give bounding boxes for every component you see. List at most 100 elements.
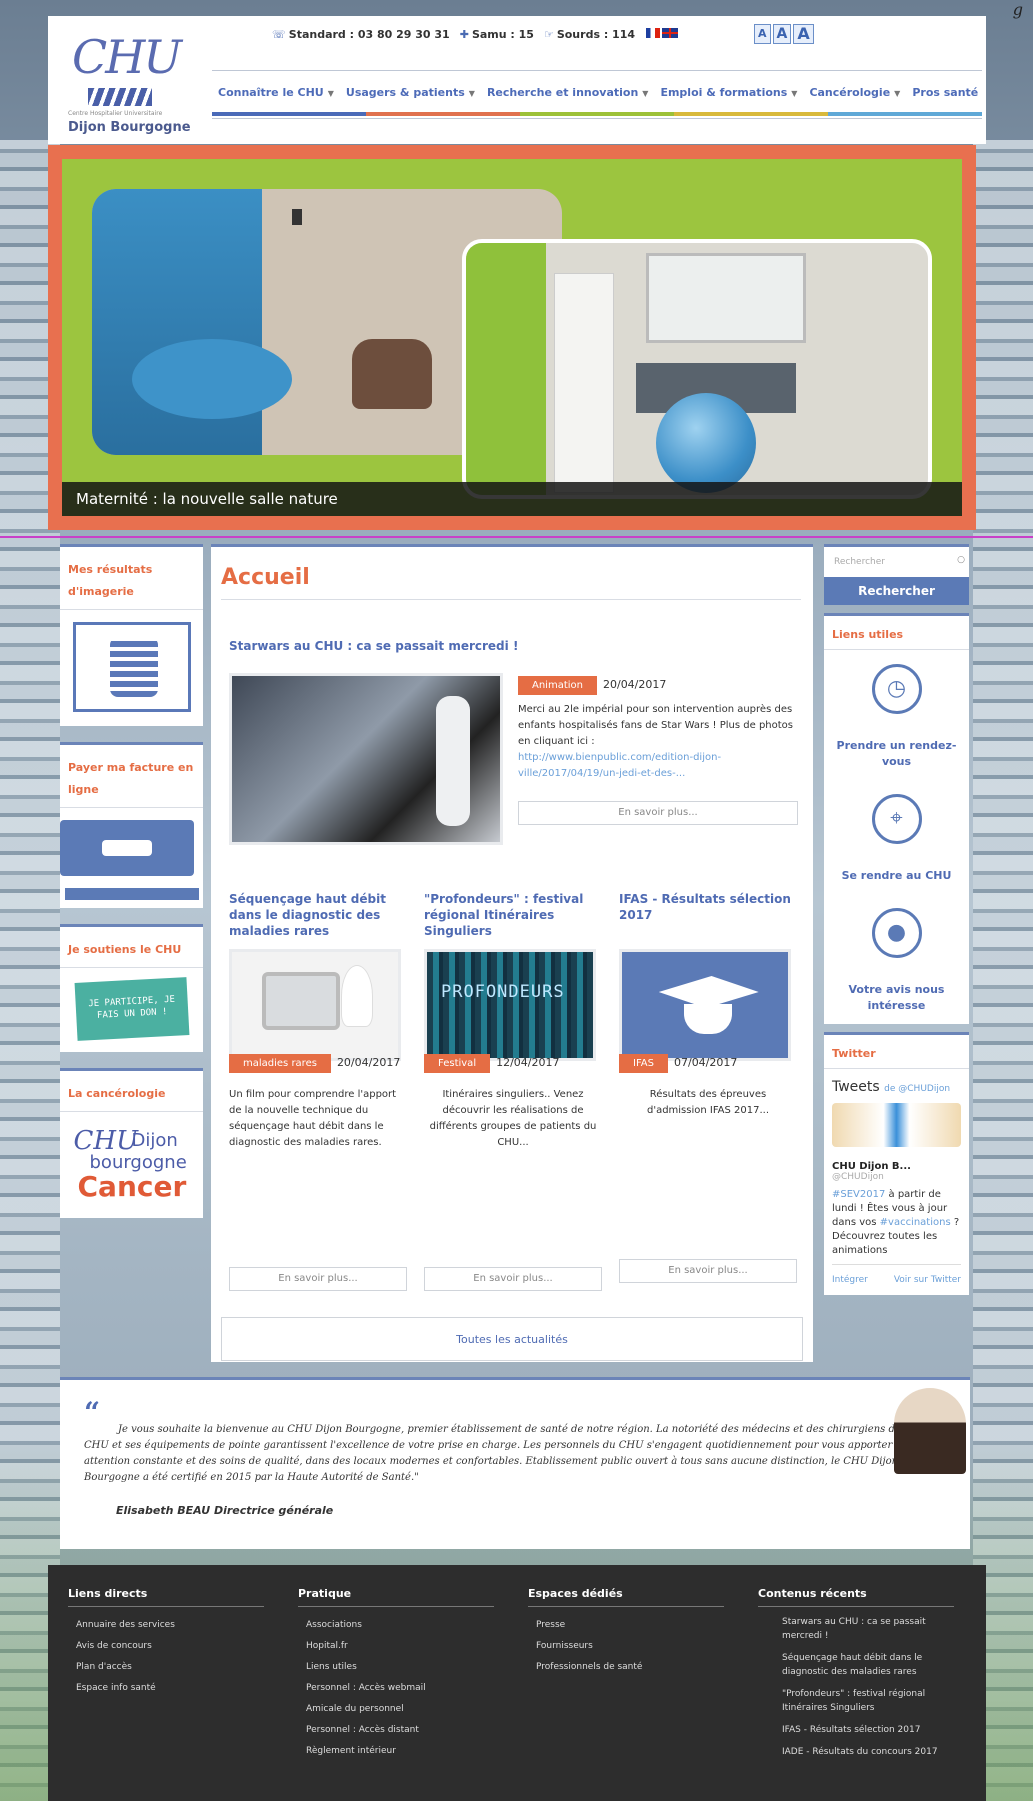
footer-link[interactable]: Amicale du personnel [306,1699,494,1720]
slide-photo-nature-room [462,239,932,499]
map-icon: ⌖ [871,794,922,844]
footer-link[interactable]: Professionnels de santé [536,1657,724,1678]
nav-item-pros-sante[interactable]: Pros santé [906,86,984,99]
nav-item-cancerologie[interactable]: Cancérologie ▼ [803,86,906,99]
cancer-box[interactable]: La cancérologie CHU Dijon bourgogne Canc… [60,1068,203,1218]
category-tag[interactable]: IFAS [619,1054,668,1073]
font-size-large-button[interactable]: A [793,24,814,44]
corner-text: g [1012,0,1023,19]
cancer-logo[interactable]: CHU Dijon bourgogne Cancer [72,1124,192,1204]
footer-link[interactable]: Règlement intérieur [306,1741,494,1762]
appointment-link[interactable]: ◷ Prendre un rendez-vous [824,650,969,780]
footer-link[interactable]: Annuaire des services [76,1615,264,1636]
article-image[interactable] [229,949,401,1061]
footer-link[interactable]: Liens utiles [306,1657,494,1678]
useful-links-box: Liens utiles ◷ Prendre un rendez-vous ⌖ … [824,613,969,1024]
tweet-media[interactable] [832,1103,961,1147]
font-size-small-button[interactable]: A [754,24,771,44]
english-flag-icon[interactable] [662,28,678,38]
search-box: Rechercher Rechercher [824,544,969,605]
article-summary: Un film pour comprendre l'apport de la n… [229,1089,397,1148]
footer-link[interactable]: Personnel : Accès distant [306,1720,494,1741]
invoice-box[interactable]: Payer ma facture en ligne [60,742,203,908]
font-size-medium-button[interactable]: A [772,24,792,44]
graduation-cap-image[interactable] [619,949,791,1061]
xray-icon[interactable] [72,622,191,712]
category-tag[interactable]: Animation [518,676,597,695]
article-title[interactable]: IFAS - Résultats sélection 2017 [619,891,797,949]
article-date: 07/04/2017 [673,1056,738,1069]
left-sidebar: Mes résultats d'imagerie Payer ma factur… [60,544,203,1234]
slide-caption[interactable]: Maternité : la nouvelle salle nature [62,482,962,516]
footer-col-practical: Pratique Associations Hopital.fr Liens u… [298,1587,494,1762]
footer-link[interactable]: Hopital.fr [306,1636,494,1657]
credit-card-icon[interactable] [60,820,194,876]
samu-phone[interactable]: ✚ Samu : 15 [460,28,534,41]
french-flag-icon[interactable] [646,28,660,38]
language-selector [646,28,678,38]
featured-read-more-button[interactable]: En savoir plus... [518,801,798,825]
standard-phone[interactable]: ☏ Standard : 03 80 29 30 31 [272,28,450,41]
search-button[interactable]: Rechercher [824,577,969,605]
article-date: 20/04/2017 [336,1056,401,1069]
footer-link[interactable]: Espace info santé [76,1678,264,1699]
imaging-box[interactable]: Mes résultats d'imagerie [60,544,203,726]
featured-article-title[interactable]: Starwars au CHU : ca se passait mercredi… [229,639,518,653]
read-more-button[interactable]: En savoir plus... [424,1267,602,1291]
search-input[interactable]: Rechercher [824,553,969,571]
invoice-title: Payer ma facture en ligne [60,745,203,808]
clock-icon: ◷ [871,664,922,714]
footer-link[interactable]: Fournisseurs [536,1636,724,1657]
chu-logo[interactable]: CHU Centre Hospitalier Universitaire Dij… [64,26,191,136]
director-quote: “ Je vous souhaite la bienvenue au CHU D… [60,1377,970,1549]
all-news-button[interactable]: Toutes les actualités [221,1317,803,1361]
donate-badge[interactable]: JE PARTICIPE, JE FAIS UN DON ! [74,977,189,1041]
article-summary: Itinéraires singuliers.. Venez découvrir… [429,1089,597,1148]
useful-links-title: Liens utiles [824,616,969,650]
footer-link[interactable]: Séquençage haut débit dans le diagnostic… [782,1651,954,1679]
nav-item-connaitre[interactable]: Connaître le CHU ▼ [212,86,340,99]
hero-slider[interactable]: Maternité : la nouvelle salle nature [48,145,976,530]
font-size-controls: A A A [754,24,814,44]
read-more-button[interactable]: En savoir plus... [619,1259,797,1283]
nav-color-stripe [212,112,982,116]
nav-item-usagers[interactable]: Usagers & patients ▼ [340,86,481,99]
read-more-button[interactable]: En savoir plus... [229,1267,407,1291]
article-title[interactable]: "Profondeurs" : festival régional Itinér… [424,891,602,949]
chevron-down-icon: ▼ [642,89,649,98]
support-box[interactable]: Je soutiens le CHU JE PARTICIPE, JE FAIS… [60,924,203,1052]
footer-link[interactable]: IADE - Résultats du concours 2017 [782,1745,954,1759]
twitter-feed[interactable]: Tweets de @CHUDijon CHU Dijon B... @CHUD… [824,1069,969,1295]
footer-col-direct-links: Liens directs Annuaire des services Avis… [68,1587,264,1699]
site-header: CHU Centre Hospitalier Universitaire Dij… [48,16,986,144]
footer-link[interactable]: Plan d'accès [76,1657,264,1678]
category-tag[interactable]: Festival [424,1054,491,1073]
feedback-link[interactable]: ● Votre avis nous intéresse [824,894,969,1024]
nav-divider-bottom [212,118,982,119]
article-title[interactable]: Séquençage haut débit dans le diagnostic… [229,891,407,949]
twitter-embed-link[interactable]: Intégrer [832,1275,868,1285]
chevron-down-icon: ▼ [468,89,475,98]
featured-article-link[interactable]: http://www.bienpublic.com/edition-dijon-… [518,750,798,782]
category-tag[interactable]: maladies rares [229,1054,331,1073]
nav-item-recherche[interactable]: Recherche et innovation ▼ [481,86,655,99]
phone-icon: ☏ [272,28,286,41]
article-image[interactable]: PROFONDEURS [424,949,596,1061]
footer-link[interactable]: IFAS - Résultats sélection 2017 [782,1723,954,1737]
footer-link[interactable]: Starwars au CHU : ca se passait mercredi… [782,1615,954,1643]
featured-article-image[interactable] [229,673,503,845]
footer-link[interactable]: Associations [306,1615,494,1636]
footer-link[interactable]: Presse [536,1615,724,1636]
nav-item-emploi[interactable]: Emploi & formations ▼ [654,86,803,99]
chevron-down-icon: ▼ [894,89,901,98]
tweet-account[interactable]: CHU Dijon B... [832,1161,961,1172]
footer-link[interactable]: "Profondeurs" : festival régional Itinér… [782,1687,954,1715]
featured-article-text: Merci au 2le impérial pour son intervent… [518,702,798,782]
footer-link[interactable]: Avis de concours [76,1636,264,1657]
article-date: 20/04/2017 [602,678,667,691]
directions-link[interactable]: ⌖ Se rendre au CHU [824,780,969,894]
main-content: Accueil Starwars au CHU : ca se passait … [211,544,813,1362]
twitter-view-link[interactable]: Voir sur Twitter [894,1275,961,1285]
footer-link[interactable]: Personnel : Accès webmail [306,1678,494,1699]
sourds-phone[interactable]: ☞ Sourds : 114 [544,28,635,41]
